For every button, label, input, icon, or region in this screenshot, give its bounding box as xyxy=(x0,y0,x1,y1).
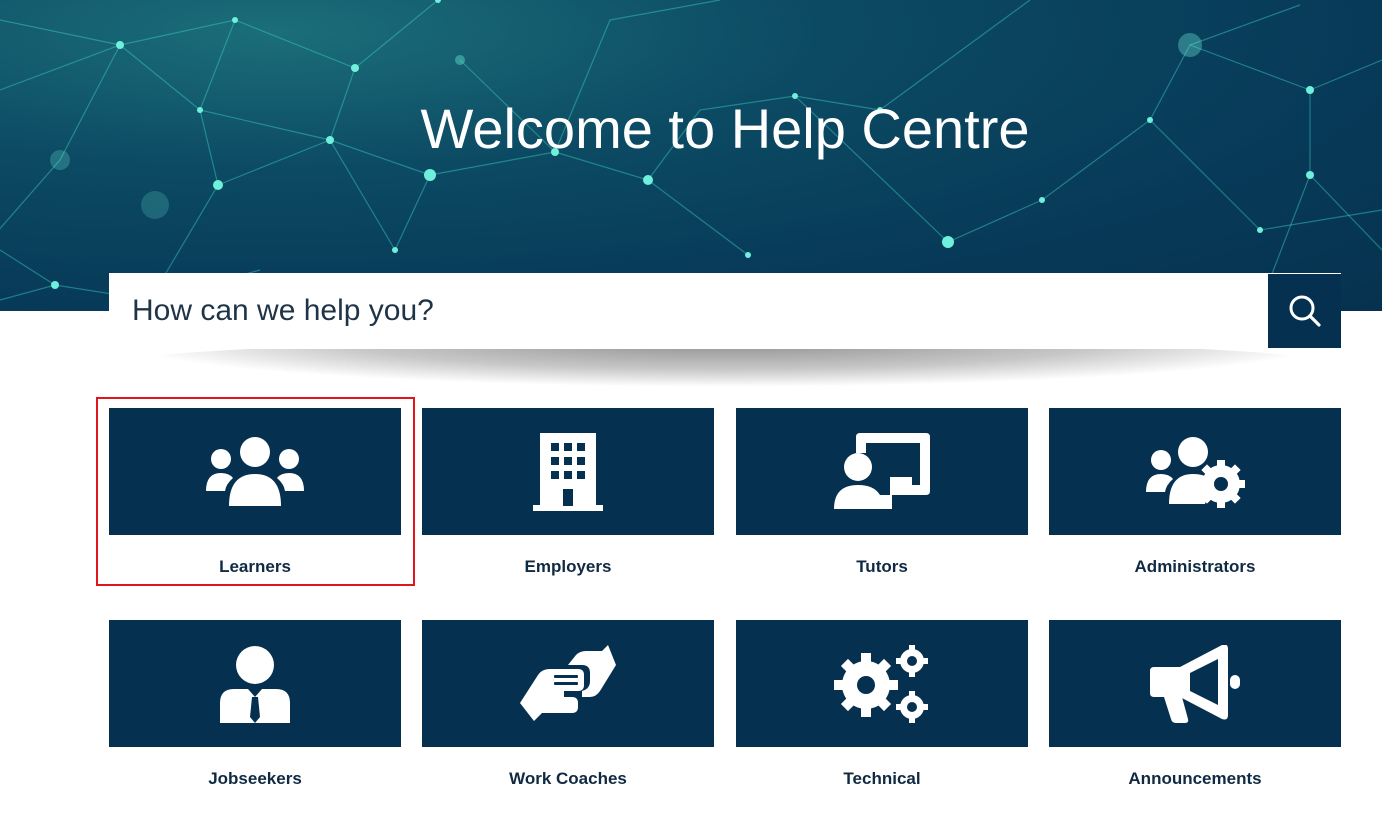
category-label: Technical xyxy=(843,769,921,788)
tile-icon-box xyxy=(1049,620,1341,747)
search-button[interactable] xyxy=(1268,274,1341,348)
tile-icon-box xyxy=(422,408,714,535)
category-label: Jobseekers xyxy=(208,769,302,788)
tile-icon-box xyxy=(736,620,1028,747)
search-input[interactable] xyxy=(109,273,1268,349)
category-jobseekers[interactable]: Jobseekers xyxy=(109,620,401,789)
businessman-icon xyxy=(220,645,290,723)
category-administrators[interactable]: Administrators xyxy=(1049,408,1341,577)
category-label: Tutors xyxy=(856,557,908,576)
tile-icon-box xyxy=(109,620,401,747)
category-label: Employers xyxy=(524,557,612,576)
hero-banner: Welcome to Help Centre xyxy=(0,0,1382,311)
building-icon xyxy=(533,432,603,511)
gears-icon xyxy=(834,644,928,723)
category-technical[interactable]: Technical xyxy=(736,620,1028,789)
tile-icon-box xyxy=(422,620,714,747)
category-label: Learners xyxy=(219,557,291,576)
category-work-coaches[interactable]: Work Coaches xyxy=(422,620,714,789)
tile-icon-box xyxy=(1049,408,1341,535)
category-learners[interactable]: Learners xyxy=(109,408,401,577)
megaphone-icon xyxy=(1150,644,1240,723)
category-label: Announcements xyxy=(1128,769,1262,788)
category-announcements[interactable]: Announcements xyxy=(1049,620,1341,789)
tile-icon-box xyxy=(109,408,401,535)
category-employers[interactable]: Employers xyxy=(422,408,714,577)
category-label: Work Coaches xyxy=(509,769,627,788)
users-gear-icon xyxy=(1146,436,1245,508)
category-label: Administrators xyxy=(1134,557,1256,576)
teacher-board-icon xyxy=(834,432,930,509)
tile-icon-box xyxy=(736,408,1028,535)
page-title: Welcome to Help Centre xyxy=(420,97,1030,160)
search-icon xyxy=(1289,295,1321,327)
search-bar xyxy=(109,273,1341,349)
learners-icon xyxy=(206,436,304,506)
category-tutors[interactable]: Tutors xyxy=(736,408,1028,577)
handshake-icon xyxy=(520,644,616,721)
